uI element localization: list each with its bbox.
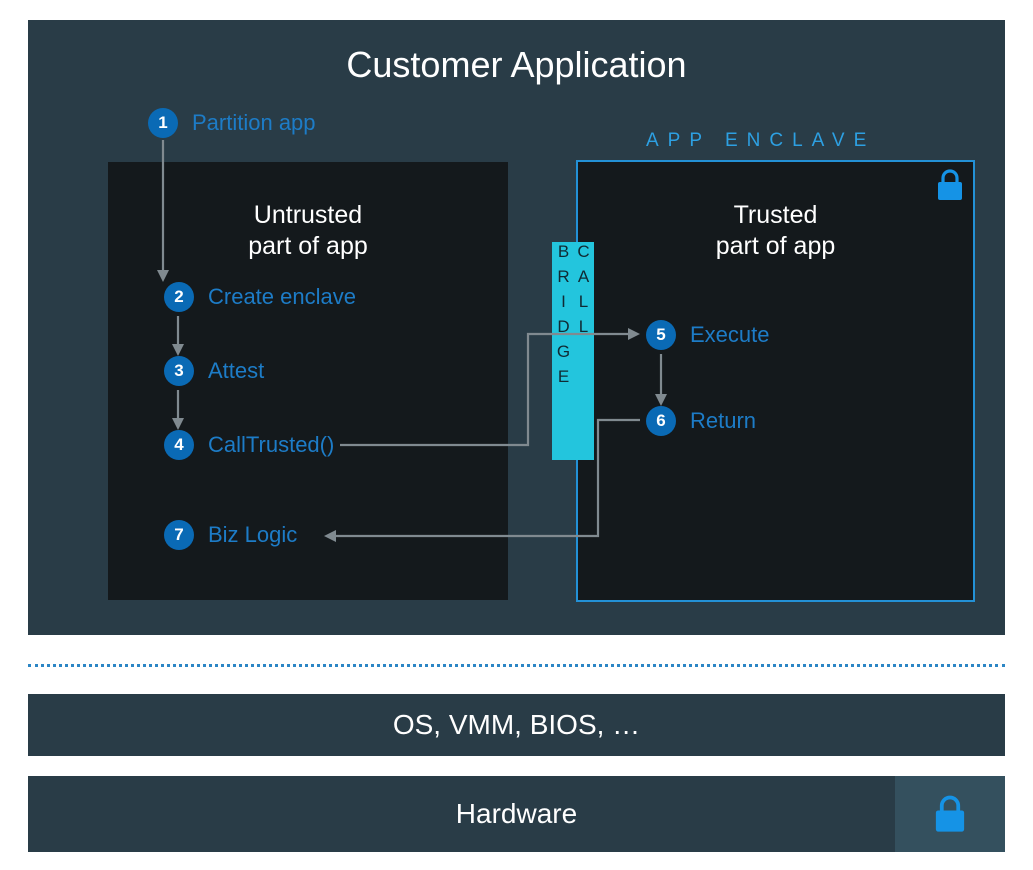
hardware-lock-region — [895, 776, 1005, 852]
dotted-divider — [28, 664, 1005, 667]
os-layer-bar: OS, VMM, BIOS, … — [28, 694, 1005, 756]
lock-icon — [932, 794, 968, 834]
os-layer-label: OS, VMM, BIOS, … — [393, 709, 640, 741]
flow-arrows — [28, 20, 1005, 635]
hardware-layer-label: Hardware — [456, 798, 577, 830]
hardware-layer-bar: Hardware — [28, 776, 1005, 852]
customer-application-panel: Customer Application 1 Partition app Unt… — [28, 20, 1005, 635]
